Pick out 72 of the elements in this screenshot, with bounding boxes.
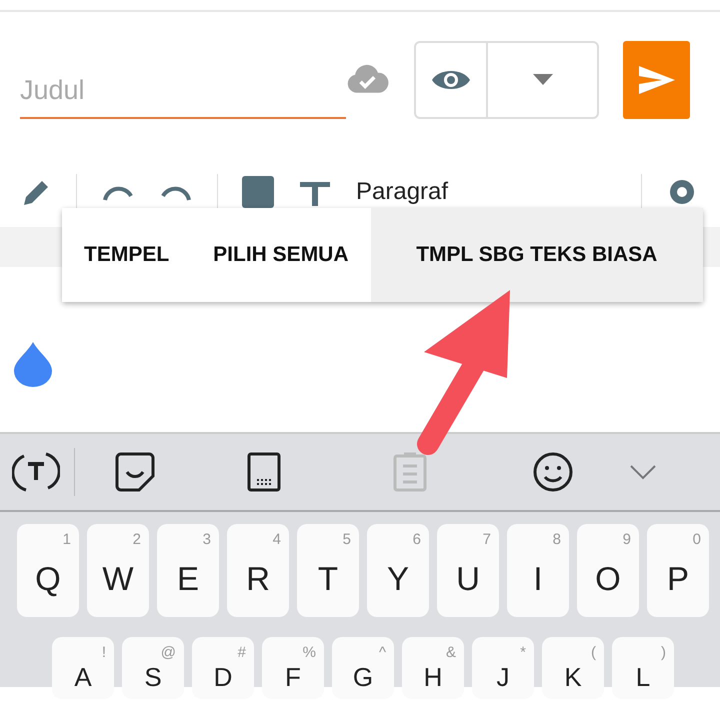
emoji-icon[interactable] [533, 452, 573, 492]
keyboard-icon[interactable] [247, 452, 281, 492]
key-label: L [636, 661, 650, 694]
key-label: D [214, 661, 232, 694]
key-label: P [666, 558, 689, 598]
key-label: G [352, 661, 374, 694]
key-hint: ! [102, 645, 106, 660]
menu-item[interactable]: PILIH SEMUA [191, 208, 371, 302]
key-hint: * [520, 645, 526, 660]
key-label: R [246, 558, 270, 598]
sticker-icon[interactable] [115, 452, 155, 492]
key-hint: ^ [378, 645, 386, 660]
menu-item[interactable]: TEMPEL [62, 208, 192, 302]
key-hint: 2 [132, 532, 141, 547]
key[interactable]: ^ G [332, 637, 394, 699]
drop-icon [13, 341, 53, 387]
key[interactable]: 5 T [297, 524, 359, 617]
key-label: K [564, 661, 582, 694]
key-hint: 4 [272, 532, 281, 547]
key-hint: % [302, 645, 316, 660]
key-label: H [424, 661, 442, 694]
key[interactable]: 1 Q [17, 524, 79, 617]
key-label: O [595, 558, 621, 598]
chevron-down-icon[interactable] [629, 464, 657, 480]
key-label: S [144, 661, 162, 694]
key-hint: & [446, 645, 456, 660]
key[interactable]: 0 P [647, 524, 709, 617]
key-label: F [285, 661, 301, 694]
key-hint: 8 [552, 532, 561, 547]
key-label: J [496, 661, 510, 694]
cloud-check-icon [346, 64, 390, 96]
key-hint: 6 [412, 532, 421, 547]
key-hint: # [238, 645, 246, 660]
menu-item[interactable]: TMPL SBG TEKS BIASA [370, 208, 703, 302]
key-hint: @ [160, 645, 176, 660]
key[interactable]: 9 O [577, 524, 639, 617]
key-hint: 5 [342, 532, 351, 547]
key-hint: 1 [62, 532, 71, 547]
clipboard-icon[interactable] [393, 452, 427, 492]
key[interactable]: ) L [612, 637, 674, 699]
key[interactable]: 3 E [157, 524, 219, 617]
send-icon [638, 64, 676, 94]
key[interactable]: 4 R [227, 524, 289, 617]
key[interactable]: ! A [52, 637, 114, 699]
key-label: W [102, 558, 134, 598]
key-hint: 9 [622, 532, 631, 547]
key-hint: 3 [202, 532, 211, 547]
key[interactable]: % F [262, 637, 324, 699]
key[interactable]: * J [472, 637, 534, 699]
key-label: T [318, 558, 338, 598]
key[interactable]: 8 I [507, 524, 569, 617]
key[interactable]: ( K [542, 637, 604, 699]
key-label: E [176, 558, 199, 598]
key[interactable]: # D [192, 637, 254, 699]
key[interactable]: 2 W [87, 524, 149, 617]
key-label: Y [386, 558, 409, 598]
key-hint: ( [591, 645, 596, 660]
key[interactable]: 7 U [437, 524, 499, 617]
paragraph-style-dropdown[interactable]: Paragraf [356, 174, 448, 210]
key-hint: 0 [692, 532, 701, 547]
key-hint: 7 [482, 532, 491, 547]
key[interactable]: 6 Y [367, 524, 429, 617]
key-label: Q [35, 558, 61, 598]
title-field[interactable]: Judul [20, 70, 346, 119]
key[interactable]: & H [402, 637, 464, 699]
key-label: U [456, 558, 480, 598]
key-hint: ) [661, 645, 666, 660]
key-label: I [533, 558, 543, 598]
key-label: A [74, 661, 92, 694]
caret-icon [532, 74, 553, 85]
key[interactable]: @ S [122, 637, 184, 699]
send-button[interactable] [623, 40, 690, 118]
